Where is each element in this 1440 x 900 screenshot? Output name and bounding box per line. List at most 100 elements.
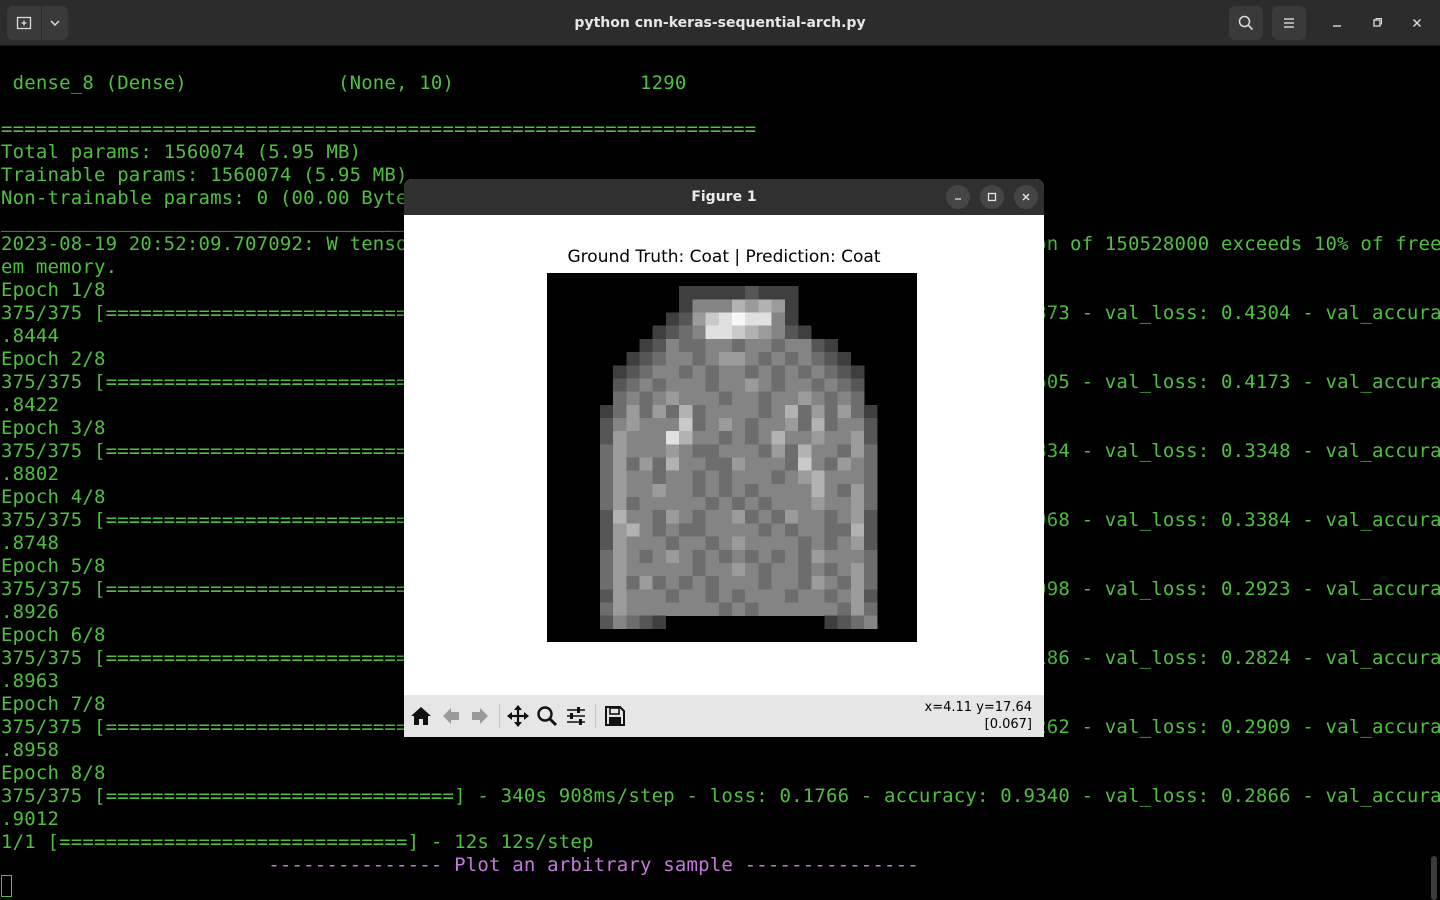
image-pixel (784, 312, 799, 326)
image-pixel (824, 483, 838, 498)
image-pixel (824, 510, 838, 524)
image-pixel (705, 510, 720, 524)
image-pixel (692, 602, 706, 616)
image-pixel (811, 404, 825, 419)
image-pixel (613, 536, 627, 551)
image-pixel (639, 523, 653, 537)
image-pixel (652, 602, 667, 616)
image-pixel (732, 391, 746, 406)
image-pixel (837, 352, 852, 366)
terminal-line: .8444 (1, 325, 60, 347)
image-pixel (758, 470, 772, 485)
new-tab-button[interactable] (7, 6, 41, 40)
image-pixel (824, 576, 838, 590)
save-icon (605, 706, 625, 726)
terminal-line: Epoch 3/8 (1, 417, 106, 439)
terminal-line: Trainable params: 1560074 (5.95 MB) (1, 164, 408, 186)
image-pixel (864, 444, 878, 458)
maximize-button[interactable] (1362, 8, 1392, 38)
search-button[interactable] (1229, 6, 1263, 40)
image-pixel (692, 576, 706, 590)
image-pixel (626, 457, 640, 471)
minimize-button[interactable] (1322, 8, 1352, 38)
figure-close-button[interactable] (1014, 185, 1038, 209)
image-pixel (626, 510, 640, 524)
image-pixel (613, 391, 627, 406)
image-pixel (824, 602, 838, 616)
image-pixel (732, 536, 746, 551)
image-pixel (811, 365, 825, 379)
image-pixel (692, 417, 706, 432)
zoom-button[interactable] (534, 703, 560, 729)
image-pixel (758, 286, 772, 300)
image-pixel (864, 457, 878, 471)
image-pixel (665, 378, 680, 392)
image-pixel (850, 365, 865, 379)
save-button[interactable] (602, 703, 628, 729)
image-pixel (732, 299, 746, 313)
image-pixel (732, 589, 746, 603)
toolbar-divider (499, 704, 500, 728)
image-pixel (692, 299, 706, 313)
image-pixel (613, 549, 627, 564)
figure-minimize-button[interactable] (946, 185, 970, 209)
image-pixel (798, 431, 812, 445)
image-pixel (758, 589, 772, 603)
image-pixel (613, 562, 627, 577)
image-pixel (784, 444, 799, 458)
scrollbar-thumb[interactable] (1431, 856, 1437, 900)
figure-titlebar[interactable]: Figure 1 (404, 179, 1044, 215)
image-pixel (811, 536, 825, 551)
image-pixel (679, 352, 693, 366)
image-pixel (771, 589, 786, 603)
image-pixel (665, 365, 680, 379)
image-pixel (824, 470, 838, 485)
figure-maximize-button[interactable] (980, 185, 1004, 209)
image-pixel (758, 312, 772, 326)
terminal-line: em memory. (1, 256, 118, 278)
image-pixel (864, 523, 878, 537)
pan-button[interactable] (505, 703, 531, 729)
image-pixel (732, 457, 746, 471)
image-pixel (850, 510, 865, 524)
image-pixel (679, 378, 693, 392)
image-pixel (771, 312, 786, 326)
image-pixel (718, 352, 733, 366)
image-pixel (705, 299, 720, 313)
image-pixel (811, 338, 825, 353)
image-pixel (837, 417, 852, 432)
close-button[interactable] (1402, 8, 1432, 38)
menu-button[interactable] (1272, 6, 1306, 40)
configure-subplots-button[interactable] (563, 703, 589, 729)
back-button[interactable] (438, 703, 464, 729)
home-button[interactable] (408, 703, 434, 729)
image-pixel (745, 431, 759, 445)
image-pixel (705, 444, 720, 458)
image-pixel (771, 417, 786, 432)
image-pixel (758, 562, 772, 577)
image-pixel (692, 549, 706, 564)
image-pixel (745, 470, 759, 485)
image-pixel (718, 299, 733, 313)
terminal-line: .8958 (1, 739, 60, 761)
tab-menu-button[interactable] (42, 6, 68, 40)
image-pixel (745, 549, 759, 564)
image-pixel (679, 497, 693, 511)
image-pixel (798, 352, 812, 366)
image-pixel (705, 338, 720, 353)
image-pixel (798, 470, 812, 485)
image-pixel (665, 404, 680, 419)
figure-canvas[interactable]: Ground Truth: Coat | Prediction: Coat (404, 215, 1044, 695)
image-pixel (692, 286, 706, 300)
forward-button[interactable] (467, 703, 493, 729)
configure-subplots-icon (567, 707, 585, 725)
image-pixel (758, 444, 772, 458)
image-pixel (824, 404, 838, 419)
image-pixel (784, 286, 799, 300)
image-pixel (837, 602, 852, 616)
image-pixel (850, 483, 865, 498)
image-pixel (811, 549, 825, 564)
image-pixel (837, 549, 852, 564)
image-pixel (652, 615, 667, 630)
image-pixel (811, 470, 825, 485)
